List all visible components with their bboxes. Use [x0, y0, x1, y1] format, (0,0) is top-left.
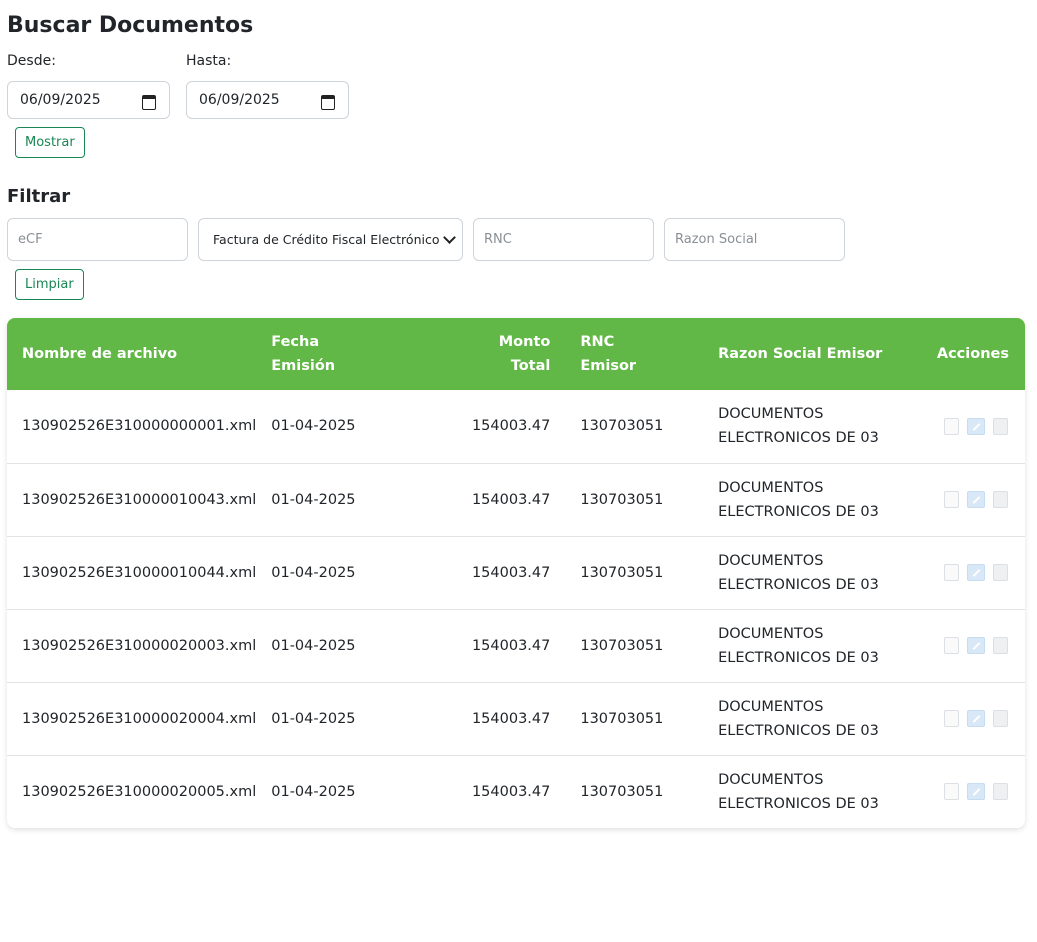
cell-fecha-emision: 01-04-2025 [271, 564, 356, 581]
row-actions [937, 417, 1025, 435]
documents-table-card: Nombre de archivo Fecha Emisión Monto To… [7, 318, 1025, 828]
table-row: 130902526E310000000001.xml 01-04-2025 1540… [7, 390, 1025, 463]
row-actions [937, 637, 1025, 654]
cell-nombre-archivo: 130902526E310000020003.xml [22, 637, 257, 654]
document-icon[interactable] [944, 417, 959, 435]
header-acciones: Acciones [936, 346, 1009, 362]
cell-razon-social: DOCUMENTOS ELECTRONICOS DE 03 [718, 406, 879, 447]
hasta-date-input[interactable]: 06/09/2025 [186, 81, 349, 119]
table-row: 130902526E310000020004.xml 01-04-2025 1540… [7, 682, 1025, 755]
cell-razon-social: DOCUMENTOS ELECTRONICOS DE 03 [718, 552, 879, 593]
cell-fecha-emision: 01-04-2025 [271, 783, 356, 800]
cell-razon-social: DOCUMENTOS ELECTRONICOS DE 03 [718, 771, 879, 812]
cell-monto-total: 154003.47 [471, 637, 551, 654]
pdf-icon[interactable] [993, 637, 1008, 654]
document-type-value: Factura de Crédito Fiscal Electrónico [213, 232, 440, 247]
cell-acciones [922, 390, 1025, 463]
table-row: 130902526E310000020003.xml 01-04-2025 1540… [7, 609, 1025, 682]
document-icon[interactable] [944, 564, 959, 581]
cell-rnc-emisor: 130703051 [580, 418, 664, 435]
desde-date-value: 06/09/2025 [20, 92, 101, 108]
pdf-icon[interactable] [993, 710, 1008, 727]
header-fecha: Fecha Emisión [271, 334, 336, 374]
cell-monto-total: 154003.47 [471, 564, 551, 581]
cell-nombre-archivo: 130902526E310000010044.xml [22, 564, 257, 581]
table-header-row: Nombre de archivo Fecha Emisión Monto To… [7, 318, 1025, 390]
cell-acciones [922, 755, 1025, 828]
desde-date-input[interactable]: 06/09/2025 [7, 81, 170, 119]
cell-nombre-archivo: 130902526E310000020005.xml [22, 783, 257, 800]
pdf-icon[interactable] [993, 783, 1008, 801]
edit-icon[interactable] [967, 710, 985, 727]
cell-razon-social: DOCUMENTOS ELECTRONICOS DE 03 [718, 698, 879, 739]
cell-fecha-emision: 01-04-2025 [271, 491, 356, 508]
pdf-icon[interactable] [993, 564, 1008, 581]
cell-rnc-emisor: 130703051 [580, 564, 664, 581]
document-icon[interactable] [944, 637, 959, 654]
cell-razon-social: DOCUMENTOS ELECTRONICOS DE 03 [718, 625, 879, 666]
hasta-label: Hasta: [186, 53, 232, 69]
cell-acciones [922, 536, 1025, 609]
edit-icon[interactable] [967, 637, 985, 654]
edit-icon[interactable] [967, 417, 985, 435]
table-row: 130902526E310000020005.xml 01-04-2025 1540… [7, 755, 1025, 828]
cell-monto-total: 154003.47 [471, 710, 551, 727]
ecf-input[interactable] [7, 218, 188, 261]
cell-acciones [922, 463, 1025, 536]
cell-fecha-emision: 01-04-2025 [271, 637, 356, 654]
desde-label: Desde: [7, 53, 56, 69]
rnc-input[interactable] [473, 218, 654, 261]
header-razon-social: Razon Social Emisor [718, 346, 883, 362]
pdf-icon[interactable] [993, 491, 1008, 508]
razon-social-input[interactable] [664, 218, 845, 261]
header-monto: Monto Total [498, 334, 551, 374]
table-row: 130902526E310000010043.xml 01-04-2025 1540… [7, 463, 1025, 536]
cell-nombre-archivo: 130902526E310000020004.xml [22, 710, 257, 727]
calendar-icon[interactable] [141, 93, 157, 110]
document-icon[interactable] [944, 491, 959, 508]
cell-rnc-emisor: 130703051 [580, 710, 664, 727]
hasta-date-value: 06/09/2025 [199, 92, 280, 108]
cell-razon-social: DOCUMENTOS ELECTRONICOS DE 03 [718, 479, 879, 520]
cell-nombre-archivo: 130902526E310000000001.xml [22, 418, 257, 435]
cell-acciones [922, 609, 1025, 682]
cell-nombre-archivo: 130902526E310000010043.xml [22, 491, 257, 508]
row-actions [937, 491, 1025, 508]
cell-monto-total: 154003.47 [471, 783, 551, 800]
edit-icon[interactable] [967, 783, 985, 801]
edit-icon[interactable] [967, 564, 985, 581]
document-type-select[interactable]: Factura de Crédito Fiscal Electrónico [198, 218, 463, 261]
edit-icon[interactable] [967, 491, 985, 508]
mostrar-button[interactable]: Mostrar [15, 127, 85, 158]
row-actions [937, 710, 1025, 727]
row-actions [937, 783, 1025, 801]
row-actions [937, 564, 1025, 581]
header-rnc: RNC Emisor [580, 334, 637, 374]
cell-rnc-emisor: 130703051 [580, 637, 664, 654]
chevron-down-icon [443, 231, 456, 244]
cell-acciones [922, 682, 1025, 755]
page-title: Buscar Documentos [7, 13, 254, 38]
calendar-icon[interactable] [320, 93, 336, 110]
limpiar-button[interactable]: Limpiar [15, 269, 84, 300]
cell-monto-total: 154003.47 [471, 491, 551, 508]
document-icon[interactable] [944, 783, 959, 801]
cell-rnc-emisor: 130703051 [580, 491, 664, 508]
cell-monto-total: 154003.47 [471, 418, 551, 435]
documents-table: Nombre de archivo Fecha Emisión Monto To… [7, 318, 1025, 828]
document-icon[interactable] [944, 710, 959, 727]
cell-fecha-emision: 01-04-2025 [271, 418, 356, 435]
filter-title: Filtrar [7, 186, 71, 207]
cell-rnc-emisor: 130703051 [580, 783, 664, 800]
table-row: 130902526E310000010044.xml 01-04-2025 1540… [7, 536, 1025, 609]
pdf-icon[interactable] [993, 417, 1008, 435]
header-nombre: Nombre de archivo [22, 346, 178, 362]
cell-fecha-emision: 01-04-2025 [271, 710, 356, 727]
